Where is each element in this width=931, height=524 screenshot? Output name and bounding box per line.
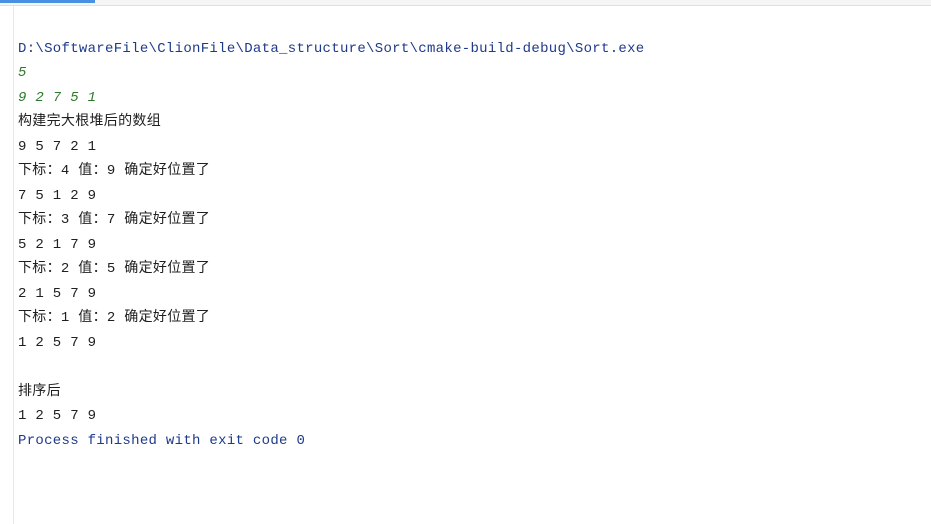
- output-line: 7 5 1 2 9: [18, 188, 96, 204]
- console-gutter: [0, 6, 14, 524]
- output-line: 9 5 7 2 1: [18, 139, 96, 155]
- console-area: D:\SoftwareFile\ClionFile\Data_structure…: [0, 6, 931, 524]
- active-tab-indicator: [0, 0, 95, 3]
- executable-path: D:\SoftwareFile\ClionFile\Data_structure…: [18, 41, 645, 57]
- process-exit-message: Process finished with exit code 0: [18, 433, 305, 449]
- output-line: 下标：4 值：9 确定好位置了: [18, 163, 210, 179]
- output-line: 下标：1 值：2 确定好位置了: [18, 310, 210, 326]
- output-line: 2 1 5 7 9: [18, 286, 96, 302]
- output-line: 下标：3 值：7 确定好位置了: [18, 212, 210, 228]
- output-line: 构建完大根堆后的数组: [18, 114, 161, 130]
- output-line: 5 2 1 7 9: [18, 237, 96, 253]
- console-output[interactable]: D:\SoftwareFile\ClionFile\Data_structure…: [14, 6, 931, 524]
- user-input-array: 9 2 7 5 1: [18, 90, 96, 106]
- output-line: 1 2 5 7 9: [18, 408, 96, 424]
- user-input-count: 5: [18, 65, 27, 81]
- output-line: 下标：2 值：5 确定好位置了: [18, 261, 210, 277]
- output-line: 1 2 5 7 9: [18, 335, 96, 351]
- output-line: 排序后: [18, 384, 61, 400]
- tab-bar: [0, 0, 931, 6]
